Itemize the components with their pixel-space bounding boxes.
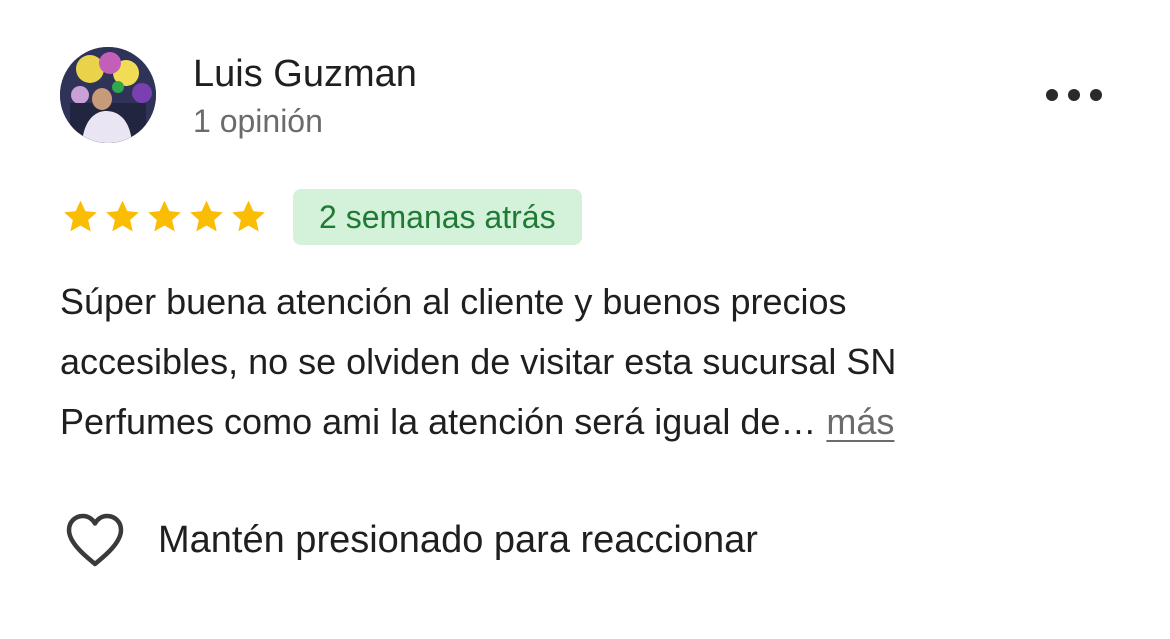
star-icon <box>186 197 227 237</box>
heart-outline-icon <box>64 512 126 568</box>
more-options-button[interactable] <box>1046 80 1102 110</box>
rating-row: 2 semanas atrás <box>60 188 582 246</box>
review-card: Luis Guzman 1 opinión 2 semanas atrás Sú… <box>0 0 1170 639</box>
more-options-dot <box>1068 89 1080 101</box>
more-options-dot <box>1090 89 1102 101</box>
author-avatar[interactable] <box>60 47 156 143</box>
star-icon <box>102 197 143 237</box>
review-text: Súper buena atención al cliente y buenos… <box>60 272 1120 452</box>
avatar-photo <box>60 47 156 143</box>
author-review-count: 1 opinión <box>193 103 323 139</box>
star-icon <box>228 197 269 237</box>
more-options-dot <box>1046 89 1058 101</box>
author-name[interactable]: Luis Guzman <box>193 52 417 96</box>
more-link[interactable]: más <box>826 401 894 442</box>
review-text-line-last: Perfumes como ami la atención será igual… <box>60 392 1120 452</box>
reaction-label: Mantén presionado para reaccionar <box>158 518 758 561</box>
review-text-line: accesibles, no se olviden de visitar est… <box>60 341 897 382</box>
review-text-line: Perfumes como ami la atención será igual… <box>60 401 817 442</box>
review-text-line: Súper buena atención al cliente y buenos… <box>60 281 847 322</box>
review-date-badge: 2 semanas atrás <box>293 189 582 245</box>
star-icon <box>60 197 101 237</box>
star-icon <box>144 197 185 237</box>
reaction-button[interactable]: Mantén presionado para reaccionar <box>64 508 758 572</box>
star-rating <box>60 197 269 237</box>
